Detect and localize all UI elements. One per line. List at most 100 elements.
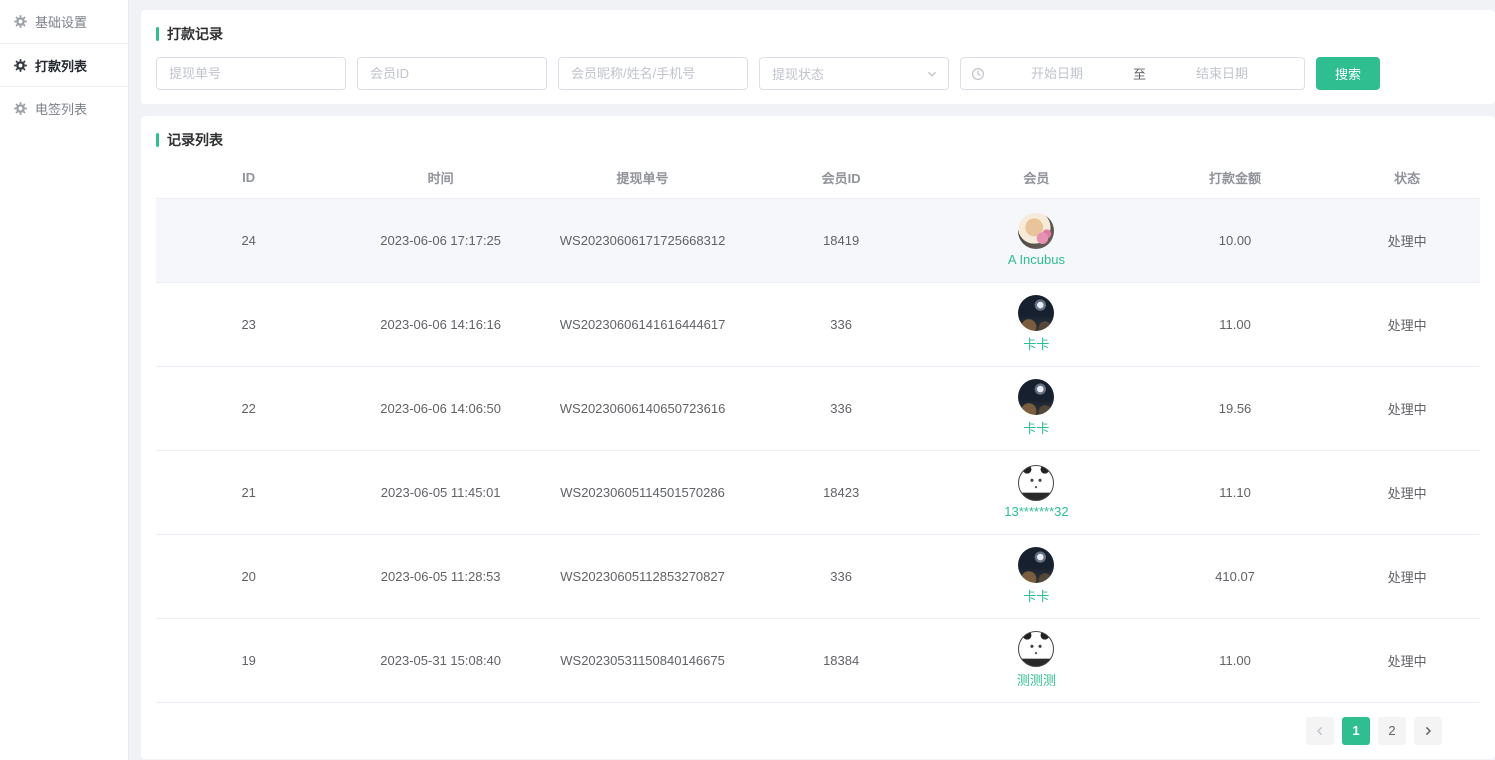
cell-member-id: 336 [745, 366, 937, 450]
clock-icon [971, 67, 985, 81]
sidebar-item-label: 电签列表 [35, 99, 87, 118]
cell-amount: 10.00 [1136, 198, 1335, 282]
table-row: 19 2023-05-31 15:08:40 WS202305311508401… [156, 618, 1480, 702]
start-date-input[interactable] [985, 66, 1129, 81]
col-header-member-id: 会员ID [745, 158, 937, 198]
cell-id: 20 [156, 534, 341, 618]
gear-icon [14, 59, 27, 72]
title-accent-bar [156, 27, 159, 41]
cell-member: 测测测 [937, 618, 1136, 702]
member-avatar[interactable] [1018, 465, 1054, 501]
cell-member: 13*******32 [937, 450, 1136, 534]
cell-member: 卡卡 [937, 534, 1136, 618]
sidebar-item-label: 打款列表 [35, 56, 87, 75]
member-info-input[interactable] [558, 57, 748, 90]
next-page-button[interactable] [1414, 717, 1442, 745]
table-header-row: ID 时间 提现单号 会员ID 会员 打款金额 状态 [156, 158, 1480, 198]
member-avatar[interactable] [1018, 379, 1054, 415]
cell-order-no: WS20230606141616444617 [540, 282, 745, 366]
member-avatar[interactable] [1018, 295, 1054, 331]
main-content: 打款记录 提现状态 至 [129, 0, 1495, 760]
member-id-input[interactable] [357, 57, 547, 90]
cell-status: 处理中 [1334, 366, 1480, 450]
cell-time: 2023-06-05 11:28:53 [341, 534, 540, 618]
chevron-right-icon [1422, 725, 1434, 737]
cell-time: 2023-06-05 11:45:01 [341, 450, 540, 534]
sidebar-item-basic-settings[interactable]: 基础设置 [0, 0, 128, 43]
cell-member-id: 18423 [745, 450, 937, 534]
member-avatar[interactable] [1018, 631, 1054, 667]
chevron-left-icon [1314, 725, 1326, 737]
member-name-link[interactable]: 卡卡 [1023, 334, 1049, 353]
status-select[interactable]: 提现状态 [759, 57, 949, 90]
cell-order-no: WS20230605112853270827 [540, 534, 745, 618]
cell-id: 22 [156, 366, 341, 450]
member-name-link[interactable]: 测测测 [1017, 670, 1056, 689]
cell-id: 24 [156, 198, 341, 282]
cell-status: 处理中 [1334, 618, 1480, 702]
status-select-placeholder: 提现状态 [772, 64, 824, 83]
filter-row: 提现状态 至 搜索 [156, 57, 1480, 90]
member-name-link[interactable]: 卡卡 [1023, 586, 1049, 605]
cell-amount: 11.00 [1136, 282, 1335, 366]
date-range-picker[interactable]: 至 [960, 57, 1305, 90]
search-button[interactable]: 搜索 [1316, 57, 1380, 90]
page-button-1[interactable]: 1 [1342, 717, 1370, 745]
sidebar-item-label: 基础设置 [35, 12, 87, 31]
cell-order-no: WS20230606140650723616 [540, 366, 745, 450]
filter-title-text: 打款记录 [167, 24, 223, 44]
chevron-down-icon [926, 68, 938, 80]
col-header-time: 时间 [341, 158, 540, 198]
col-header-amount: 打款金额 [1136, 158, 1335, 198]
cell-status: 处理中 [1334, 198, 1480, 282]
col-header-member: 会员 [937, 158, 1136, 198]
records-tbody: 24 2023-06-06 17:17:25 WS202306061717256… [156, 198, 1480, 702]
cell-status: 处理中 [1334, 450, 1480, 534]
end-date-input[interactable] [1150, 66, 1294, 81]
order-no-input[interactable] [156, 57, 346, 90]
cell-order-no: WS20230606171725668312 [540, 198, 745, 282]
pagination-pages: 12 [1342, 717, 1406, 745]
gear-icon [14, 102, 27, 115]
member-avatar[interactable] [1018, 213, 1054, 249]
col-header-order-no: 提现单号 [540, 158, 745, 198]
cell-status: 处理中 [1334, 534, 1480, 618]
cell-member-id: 336 [745, 534, 937, 618]
sidebar-item-payment-list[interactable]: 打款列表 [0, 43, 128, 86]
records-card-title: 记录列表 [156, 130, 1480, 150]
member-name-link[interactable]: A Incubus [1008, 252, 1065, 267]
cell-member-id: 18419 [745, 198, 937, 282]
cell-member: 卡卡 [937, 282, 1136, 366]
cell-time: 2023-06-06 14:06:50 [341, 366, 540, 450]
cell-order-no: WS20230605114501570286 [540, 450, 745, 534]
cell-id: 21 [156, 450, 341, 534]
title-accent-bar [156, 133, 159, 147]
filter-card-title: 打款记录 [156, 24, 1480, 44]
cell-amount: 11.10 [1136, 450, 1335, 534]
col-header-id: ID [156, 158, 341, 198]
records-title-text: 记录列表 [167, 130, 223, 150]
records-table: ID 时间 提现单号 会员ID 会员 打款金额 状态 24 2023-06-06… [156, 158, 1480, 703]
cell-order-no: WS20230531150840146675 [540, 618, 745, 702]
member-avatar[interactable] [1018, 547, 1054, 583]
filter-card: 打款记录 提现状态 至 [141, 10, 1495, 104]
sidebar-item-esign-list[interactable]: 电签列表 [0, 86, 128, 129]
cell-id: 23 [156, 282, 341, 366]
cell-time: 2023-05-31 15:08:40 [341, 618, 540, 702]
date-separator: 至 [1129, 64, 1150, 83]
cell-member-id: 18384 [745, 618, 937, 702]
sidebar: 基础设置 打款列表 [0, 0, 129, 760]
cell-id: 19 [156, 618, 341, 702]
table-row: 21 2023-06-05 11:45:01 WS202306051145015… [156, 450, 1480, 534]
prev-page-button[interactable] [1306, 717, 1334, 745]
cell-member-id: 336 [745, 282, 937, 366]
table-row: 24 2023-06-06 17:17:25 WS202306061717256… [156, 198, 1480, 282]
table-row: 20 2023-06-05 11:28:53 WS202306051128532… [156, 534, 1480, 618]
pagination: 12 [156, 703, 1480, 759]
member-name-link[interactable]: 卡卡 [1023, 418, 1049, 437]
member-name-link[interactable]: 13*******32 [1004, 504, 1068, 519]
page-button-2[interactable]: 2 [1378, 717, 1406, 745]
col-header-status: 状态 [1334, 158, 1480, 198]
records-card: 记录列表 ID 时间 提现单号 会员ID 会员 打款金额 状态 24 20 [141, 116, 1495, 759]
table-row: 22 2023-06-06 14:06:50 WS202306061406507… [156, 366, 1480, 450]
